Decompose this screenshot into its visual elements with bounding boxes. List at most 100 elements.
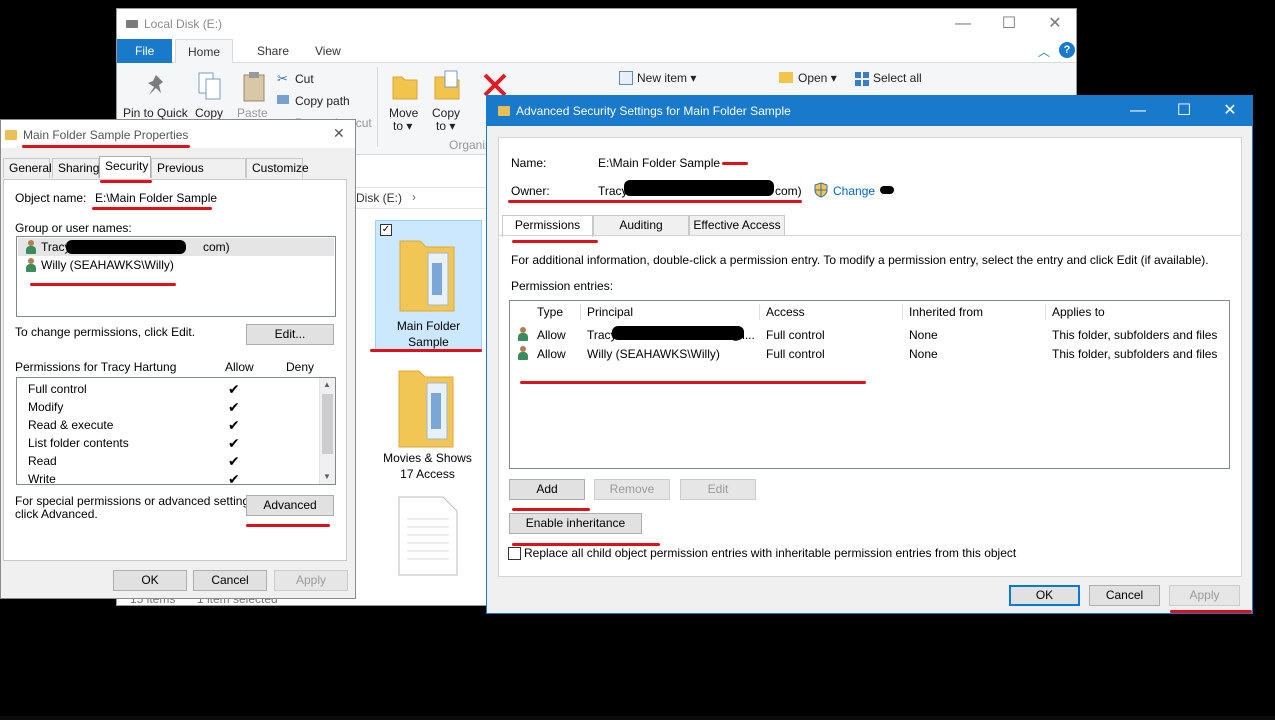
explorer-minimize-button[interactable]: — xyxy=(940,9,986,39)
column-separator xyxy=(580,304,581,320)
annotation-underline xyxy=(520,381,866,384)
tab-customize[interactable]: Customize xyxy=(246,158,309,178)
ribbon-divider xyxy=(377,67,378,147)
column-inherited-from[interactable]: Inherited from xyxy=(909,301,983,323)
redaction-mark xyxy=(66,240,186,254)
advanced-minimize-button[interactable]: — xyxy=(1115,96,1161,126)
advanced-security-dialog: Advanced Security Settings for Main Fold… xyxy=(486,95,1253,614)
tab-auditing[interactable]: Auditing xyxy=(593,215,689,235)
user-icon xyxy=(25,258,37,272)
paste-button[interactable]: Paste xyxy=(237,106,268,120)
folder-name-line1: Main Folder xyxy=(396,319,461,333)
item-checkbox[interactable]: ✓ xyxy=(380,224,392,236)
change-owner-link[interactable]: Change xyxy=(833,184,875,198)
copy-to-button[interactable]: Copy xyxy=(432,106,460,120)
owner-suffix: com) xyxy=(775,184,802,198)
uac-shield-icon xyxy=(814,182,828,198)
edit-entry-button[interactable]: Edit xyxy=(680,479,756,500)
redaction-mark xyxy=(880,186,894,194)
cancel-button[interactable]: Cancel xyxy=(1089,585,1160,606)
group-label: Group or user names: xyxy=(15,221,132,235)
column-separator xyxy=(759,304,760,320)
select-all-button[interactable]: Select all xyxy=(873,71,922,85)
apply-button[interactable]: Apply xyxy=(274,570,348,591)
advanced-button[interactable]: Advanced xyxy=(246,495,334,516)
new-item-button[interactable]: New item ▾ xyxy=(637,71,696,85)
tab-file[interactable]: File xyxy=(117,39,173,63)
help-icon[interactable]: ? xyxy=(1059,42,1075,58)
tab-effective-access[interactable]: Effective Access xyxy=(689,215,785,235)
column-separator xyxy=(1045,304,1046,320)
user-name-suffix: com) xyxy=(203,240,230,254)
annotation-underline xyxy=(722,162,748,165)
folder-name-line2: Sample xyxy=(408,335,449,349)
permission-name: Read & execute xyxy=(28,418,114,432)
pin-icon xyxy=(148,75,163,95)
cell-access: Full control xyxy=(766,347,825,361)
copy-to-dropdown[interactable]: to ▾ xyxy=(436,119,455,133)
properties-close-button[interactable]: ✕ xyxy=(333,125,345,142)
folder-item-main-folder-sample[interactable]: ✓ Main Folder Sample xyxy=(375,220,482,352)
permission-row: Read & execute ✔ xyxy=(17,417,317,435)
allow-check-icon: ✔ xyxy=(228,471,240,485)
ok-button[interactable]: OK xyxy=(113,570,187,591)
tab-previous-versions[interactable]: Previous Versions xyxy=(151,158,246,193)
annotation-underline xyxy=(1170,610,1252,613)
tab-general[interactable]: General xyxy=(3,158,52,178)
column-type[interactable]: Type xyxy=(537,301,563,323)
folder-item-movies-shows[interactable]: Movies & Shows 17 Access xyxy=(375,359,482,489)
taskbar xyxy=(0,716,1275,720)
advanced-title: Advanced Security Settings for Main Fold… xyxy=(516,104,791,118)
move-to-button[interactable]: Move xyxy=(389,106,418,120)
tab-view[interactable]: View xyxy=(303,39,353,63)
address-bar[interactable]: Disk (E:) › xyxy=(355,187,495,209)
column-applies-to[interactable]: Applies to xyxy=(1052,301,1105,323)
scroll-down-icon[interactable]: ▼ xyxy=(323,472,331,481)
copy-button[interactable]: Copy xyxy=(195,106,223,120)
enable-inheritance-button[interactable]: Enable inheritance xyxy=(509,513,642,534)
pin-to-quick-button[interactable]: Pin to Quick xyxy=(123,106,188,120)
column-separator xyxy=(902,304,903,320)
user-icon xyxy=(25,240,37,254)
apply-button[interactable]: Apply xyxy=(1169,585,1240,606)
explorer-close-button[interactable]: ✕ xyxy=(1032,9,1078,39)
drive-icon xyxy=(126,20,138,28)
cell-applies: This folder, subfolders and files xyxy=(1052,328,1218,342)
permission-row: Modify ✔ xyxy=(17,399,317,417)
add-button[interactable]: Add xyxy=(509,479,585,500)
list-item[interactable]: Willy (SEAHAWKS\Willy) xyxy=(18,256,334,274)
tab-security[interactable]: Security xyxy=(99,156,151,178)
copy-path-button[interactable]: Copy path xyxy=(295,94,350,108)
annotation-underline xyxy=(92,207,212,210)
advanced-close-button[interactable]: ✕ xyxy=(1207,96,1253,126)
tab-permissions[interactable]: Permissions xyxy=(502,215,593,237)
cancel-button[interactable]: Cancel xyxy=(193,570,267,591)
ribbon-collapse-icon[interactable]: ︿ xyxy=(1038,43,1050,60)
permission-name: Read xyxy=(28,454,57,468)
column-access[interactable]: Access xyxy=(766,301,805,323)
new-item-icon xyxy=(619,71,633,85)
annotation-underline xyxy=(30,283,176,286)
allow-check-icon: ✔ xyxy=(228,399,240,415)
tab-share[interactable]: Share xyxy=(245,39,301,63)
scroll-thumb[interactable] xyxy=(322,394,333,454)
ok-button[interactable]: OK xyxy=(1009,585,1080,606)
explorer-maximize-button[interactable]: ☐ xyxy=(986,9,1032,39)
scroll-up-icon[interactable]: ▲ xyxy=(323,380,331,389)
permissions-scrollbar[interactable]: ▲ ▼ xyxy=(319,378,335,484)
advanced-maximize-button[interactable]: ☐ xyxy=(1161,96,1207,126)
remove-button[interactable]: Remove xyxy=(594,479,670,500)
cut-button[interactable]: Cut xyxy=(295,72,314,86)
tab-home[interactable]: Home xyxy=(175,39,234,64)
redaction-mark xyxy=(612,326,744,340)
edit-button[interactable]: Edit... xyxy=(246,324,334,345)
tab-sharing[interactable]: Sharing xyxy=(52,158,99,178)
replace-child-checkbox[interactable] xyxy=(508,547,521,560)
address-path[interactable]: Disk (E:) xyxy=(356,191,402,205)
permission-row: List folder contents ✔ xyxy=(17,435,317,453)
move-to-dropdown[interactable]: to ▾ xyxy=(393,119,412,133)
annotation-underline xyxy=(508,200,802,203)
table-row[interactable]: Allow Willy (SEAHAWKS\Willy) Full contro… xyxy=(510,344,1229,363)
column-principal[interactable]: Principal xyxy=(587,301,633,323)
open-button[interactable]: Open ▾ xyxy=(798,71,837,85)
